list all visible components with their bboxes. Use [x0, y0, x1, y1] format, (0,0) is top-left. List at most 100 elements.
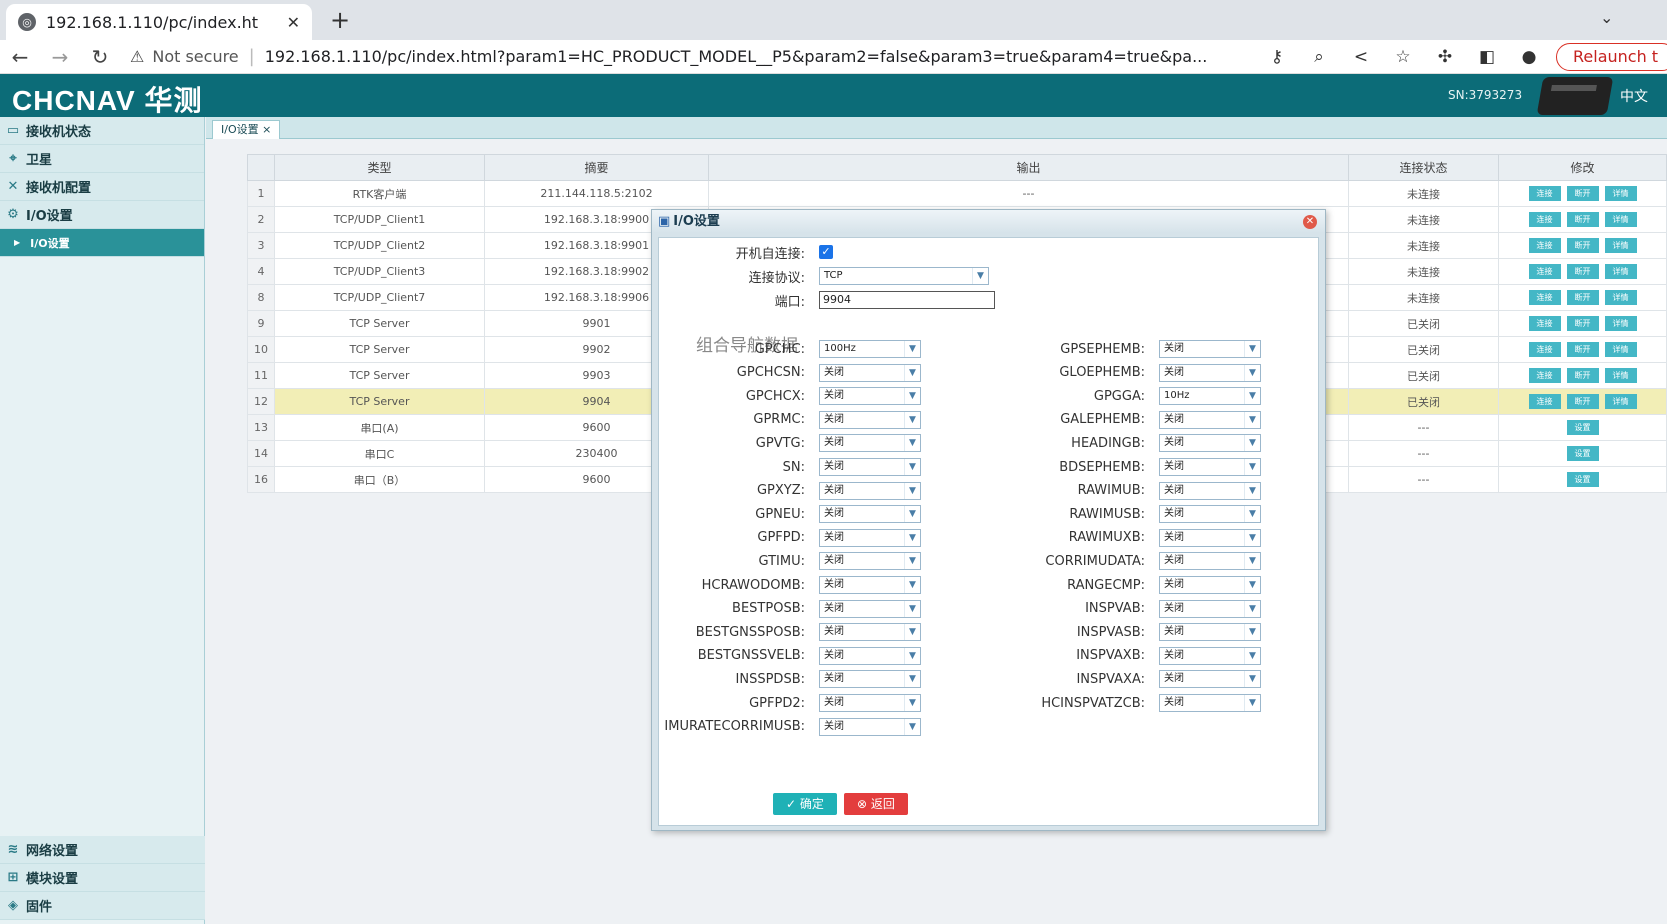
row-action-button[interactable]: 连接	[1528, 264, 1561, 279]
sidebar-subitem-io-settings[interactable]: ▶ I/O设置	[0, 229, 204, 257]
reload-icon[interactable]: ↻	[80, 45, 120, 69]
output-rate-select[interactable]: 关闭 ▼	[819, 599, 921, 618]
output-rate-select[interactable]: 关闭 ▼	[819, 434, 921, 453]
output-rate-select[interactable]: 关闭 ▼	[819, 387, 921, 406]
row-action-button[interactable]: 断开	[1566, 316, 1599, 331]
output-rate-select[interactable]: 关闭 ▼	[1159, 646, 1261, 665]
output-rate-select[interactable]: 关闭 ▼	[1159, 410, 1261, 429]
row-action-button[interactable]: 断开	[1566, 342, 1599, 357]
row-action-button[interactable]: 连接	[1528, 368, 1561, 383]
tab-close-icon[interactable]: ✕	[287, 13, 300, 32]
key-icon[interactable]: ⚷	[1256, 47, 1298, 67]
row-action-button[interactable]: 详情	[1604, 186, 1637, 201]
warning-icon[interactable]: ⚠	[130, 47, 144, 66]
output-rate-select[interactable]: 关闭 ▼	[819, 481, 921, 500]
tab-search-icon[interactable]: ⌄	[1600, 8, 1613, 27]
row-action-button[interactable]: 断开	[1566, 212, 1599, 227]
output-rate-select[interactable]: 关闭 ▼	[1159, 528, 1261, 547]
language-switch[interactable]: 中文	[1620, 86, 1648, 106]
output-rate-select[interactable]: 关闭 ▼	[819, 552, 921, 571]
row-action-button[interactable]: 详情	[1604, 290, 1637, 305]
output-rate-select[interactable]: 关闭 ▼	[1159, 694, 1261, 712]
row-action-button[interactable]: 详情	[1604, 316, 1637, 331]
sidebar-item-io-settings[interactable]: ⚙ I/O设置	[0, 201, 204, 229]
auto-connect-checkbox[interactable]: ✓	[819, 245, 833, 259]
output-rate-select[interactable]: 关闭 ▼	[819, 623, 921, 642]
row-action-button[interactable]: 连接	[1528, 316, 1561, 331]
row-action-button[interactable]: 断开	[1566, 186, 1599, 201]
output-rate-select[interactable]: 关闭 ▼	[819, 670, 921, 689]
output-rate-select[interactable]: 10Hz ▼	[1159, 387, 1261, 406]
row-action-button[interactable]: 断开	[1566, 264, 1599, 279]
row-action-button[interactable]: 设置	[1566, 446, 1599, 461]
row-action-button[interactable]: 连接	[1528, 290, 1561, 305]
row-action-button[interactable]: 详情	[1604, 368, 1637, 383]
row-action-button[interactable]: 设置	[1566, 472, 1599, 487]
security-label[interactable]: Not secure	[152, 47, 238, 66]
new-tab-button[interactable]: +	[330, 6, 350, 34]
row-action-button[interactable]: 详情	[1604, 212, 1637, 227]
row-action-button[interactable]: 设置	[1566, 420, 1599, 435]
browser-tab[interactable]: ◎ 192.168.1.110/pc/index.ht ✕	[6, 4, 312, 40]
output-rate-select[interactable]: 关闭 ▼	[1159, 623, 1261, 642]
output-rate-select[interactable]: 关闭 ▼	[1159, 552, 1261, 571]
output-rate-select[interactable]: 关闭 ▼	[1159, 670, 1261, 689]
row-action-button[interactable]: 断开	[1566, 394, 1599, 409]
row-action-button[interactable]: 详情	[1604, 264, 1637, 279]
cell-type: 串口C	[274, 440, 485, 467]
output-rate-select[interactable]: 关闭 ▼	[1159, 458, 1261, 476]
protocol-select[interactable]: TCP ▼	[819, 267, 989, 285]
output-rate-select[interactable]: 关闭 ▼	[819, 505, 921, 524]
output-rate-select[interactable]: 关闭 ▼	[819, 646, 921, 665]
sidebar-item-satellite[interactable]: ⌖ 卫星	[0, 145, 204, 173]
output-rate-select[interactable]: 关闭 ▼	[819, 458, 921, 476]
confirm-button[interactable]: ✓ 确定	[773, 793, 837, 815]
sidebar-item-firmware[interactable]: ◈ 固件	[0, 892, 205, 920]
share-icon[interactable]: <	[1340, 47, 1382, 67]
star-icon[interactable]: ☆	[1382, 47, 1424, 67]
output-rate-select[interactable]: 关闭 ▼	[1159, 505, 1261, 524]
row-action-button[interactable]: 断开	[1566, 290, 1599, 305]
row-action-button[interactable]: 连接	[1528, 212, 1561, 227]
output-rate-select[interactable]: 关闭 ▼	[1159, 363, 1261, 382]
chevron-down-icon: ▼	[904, 718, 920, 735]
output-rate-select[interactable]: 关闭 ▼	[819, 694, 921, 712]
profile-icon[interactable]: ●	[1508, 47, 1550, 67]
row-action-button[interactable]: 详情	[1604, 238, 1637, 253]
output-rate-select[interactable]: 关闭 ▼	[819, 410, 921, 429]
output-rate-select[interactable]: 关闭 ▼	[1159, 434, 1261, 453]
output-rate-select[interactable]: 关闭 ▼	[1159, 340, 1261, 358]
tab-io-settings[interactable]: I/O设置 ×	[212, 120, 281, 139]
url-field[interactable]: 192.168.1.110/pc/index.html?param1=HC_PR…	[265, 47, 1245, 66]
close-icon[interactable]: ✕	[1303, 215, 1317, 229]
output-rate-select[interactable]: 关闭 ▼	[1159, 599, 1261, 618]
relaunch-button[interactable]: Relaunch t	[1556, 43, 1667, 71]
output-rate-select[interactable]: 关闭 ▼	[1159, 481, 1261, 500]
forward-icon[interactable]: →	[40, 45, 80, 69]
row-action-button[interactable]: 详情	[1604, 342, 1637, 357]
cell-actions: 连接 断开 详情	[1498, 180, 1667, 207]
sidepanel-icon[interactable]: ◧	[1466, 47, 1508, 67]
extensions-icon[interactable]: ✣	[1424, 47, 1466, 67]
output-rate-select[interactable]: 关闭 ▼	[819, 717, 921, 736]
output-rate-select[interactable]: 关闭 ▼	[819, 528, 921, 547]
row-action-button[interactable]: 连接	[1528, 186, 1561, 201]
sidebar-item-module[interactable]: ⊞ 模块设置	[0, 864, 205, 892]
port-input[interactable]: 9904	[819, 291, 995, 309]
output-rate-select[interactable]: 关闭 ▼	[819, 576, 921, 594]
row-action-button[interactable]: 详情	[1604, 394, 1637, 409]
output-rate-select[interactable]: 关闭 ▼	[1159, 576, 1261, 594]
output-rate-select[interactable]: 100Hz ▼	[819, 340, 921, 358]
row-action-button[interactable]: 连接	[1528, 342, 1561, 357]
row-action-button[interactable]: 断开	[1566, 238, 1599, 253]
row-action-button[interactable]: 连接	[1528, 394, 1561, 409]
row-action-button[interactable]: 连接	[1528, 238, 1561, 253]
sidebar-item-receiver-config[interactable]: ✕ 接收机配置	[0, 173, 204, 201]
sidebar-item-receiver-status[interactable]: ▭ 接收机状态	[0, 117, 204, 145]
output-rate-select[interactable]: 关闭 ▼	[819, 363, 921, 382]
sidebar-item-network[interactable]: ≋ 网络设置	[0, 836, 205, 864]
back-icon[interactable]: ←	[0, 45, 40, 69]
zoom-icon[interactable]: ⌕	[1298, 47, 1340, 67]
back-button[interactable]: ⊗ 返回	[844, 793, 908, 815]
row-action-button[interactable]: 断开	[1566, 368, 1599, 383]
